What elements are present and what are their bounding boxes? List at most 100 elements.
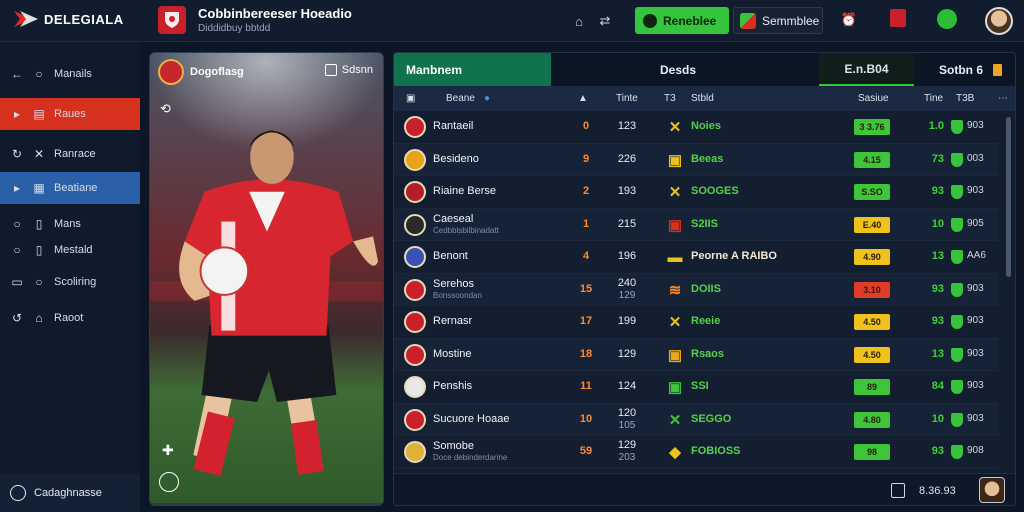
secondary-action-label: Semmblee — [762, 13, 820, 28]
panel-tabs: Manbnem Desds E.n.B04 Sotbn 6 — [394, 53, 1015, 86]
goal-diff-value: 1.0 — [928, 120, 944, 132]
points-cell: 226 — [616, 153, 638, 165]
checkbox-icon — [324, 64, 337, 76]
player-card-button[interactable]: Sdsnn — [324, 64, 373, 76]
alarm-icon[interactable]: ⏰ — [838, 9, 860, 31]
team-name-text: Besideno — [433, 152, 479, 165]
form-badge[interactable]: 4.90 — [854, 249, 890, 265]
table-row[interactable]: Penshis 11 124 ▣ SSI 89 84 903 — [394, 371, 999, 404]
form-badge[interactable]: S.SO — [854, 184, 890, 200]
form-badge[interactable]: 98 — [854, 444, 890, 460]
col-pos[interactable]: ▲ — [578, 93, 588, 104]
standings-panel: Manbnem Desds E.n.B04 Sotbn 6 ▣ Beane ● … — [393, 52, 1016, 506]
sidebar-item-mestald[interactable]: ○ ▯ Mestald — [0, 234, 140, 266]
col-result[interactable]: Stbld — [691, 93, 714, 104]
points-cell: 120 105 — [616, 407, 638, 431]
team-name-text: Riaine Berse — [433, 185, 496, 197]
col-last[interactable]: T3B — [956, 93, 974, 104]
player-card[interactable]: Dogoflasg Sdsnn ⟲ ✚ — [149, 52, 384, 506]
sidebar-footer[interactable]: Cadaghnasse — [0, 474, 140, 512]
tab-desds[interactable]: Desds — [660, 53, 696, 86]
top-bar: DELEGIALA Cobbinbereeser Hoeadio Diddidb… — [0, 0, 1024, 42]
table-row[interactable]: Rantaeil 0 123 ✕ Noies 3 3.76 1.0 903 — [394, 111, 999, 144]
table-row[interactable]: Riaine Berse 2 193 ✕ SOOGES S.SO 93 903 — [394, 176, 999, 209]
user-avatar[interactable] — [985, 7, 1013, 35]
form-badge[interactable]: 4.50 — [854, 314, 890, 330]
calendar-icon[interactable] — [891, 483, 905, 498]
points-cell: 129 — [616, 348, 638, 360]
col-gd[interactable]: Tine — [924, 93, 943, 104]
col-team[interactable]: Beane — [446, 93, 475, 104]
points-cell: 123 — [616, 120, 638, 132]
result-text: FOBIOSS — [691, 445, 741, 457]
position-value: 1 — [582, 217, 590, 230]
status-online-icon[interactable] — [937, 9, 957, 29]
table-row[interactable]: Rernasr 17 199 ✕ Reeie 4.50 93 903 — [394, 306, 999, 339]
search-icon: ○ — [35, 67, 43, 81]
col-form[interactable]: Sasiue — [858, 93, 889, 104]
sidebar-item-label: Mans — [54, 218, 81, 230]
sidebar-item-beatiane[interactable]: ▸ ▦ Beatiane — [0, 172, 140, 204]
team-name: Serehos Bonssoondan — [433, 278, 482, 300]
sort-control[interactable]: Sotbn 6 — [939, 53, 1002, 86]
table-row[interactable]: Besideno 9 226 ▣ Beeas 4.15 73 003 — [394, 143, 999, 176]
points-value: 196 — [617, 250, 637, 262]
sidebar-item-raues[interactable]: ▸ ▤ Raues — [0, 98, 140, 130]
shield-icon — [951, 380, 963, 394]
points-cell: 215 — [616, 218, 638, 230]
form-badge[interactable]: 3 3.76 — [854, 119, 890, 135]
team-logo-icon — [404, 408, 426, 431]
more-icon[interactable]: ⋯ — [998, 93, 1008, 104]
form-badge[interactable]: 4.50 — [854, 346, 890, 363]
circle-icon: ○ — [13, 217, 21, 231]
scrollbar[interactable] — [1006, 117, 1011, 277]
last-value: 905 — [967, 217, 984, 229]
expand-icon[interactable]: ⟲ — [160, 101, 171, 117]
last-value: 903 — [967, 282, 984, 294]
sidebar-item-scoliring[interactable]: ▭ ○ Scoliring — [0, 266, 140, 298]
primary-action-button[interactable]: Reneblee — [635, 7, 729, 34]
form-badge[interactable]: 4.15 — [854, 151, 890, 168]
secondary-action-button[interactable]: Semmblee — [733, 7, 823, 34]
sidebar-item-raoot[interactable]: ↺ ⌂ Raoot — [0, 302, 140, 334]
col-pts[interactable]: Tinte — [616, 93, 638, 104]
tools-icon: ✕ — [33, 147, 45, 161]
table-row[interactable]: Benont 4 196 ▬ Peorne A RAIBO 4.90 13 AA6 — [394, 241, 999, 274]
shuffle-icon[interactable]: ⇄ — [594, 10, 616, 32]
form-badge[interactable]: 3.10 — [854, 281, 890, 298]
team-name: Sucuore Hoaae — [433, 413, 509, 425]
points-value: 193 — [617, 185, 637, 197]
match-icon: ▣ — [667, 346, 683, 364]
puzzle-icon[interactable]: ✚ — [162, 442, 174, 459]
tab-manbnem[interactable]: Manbnem — [394, 53, 551, 86]
form-badge[interactable]: 89 — [854, 379, 890, 395]
table-row[interactable]: Mostine 18 129 ▣ Rsaos 4.50 13 903 — [394, 338, 999, 371]
points-cell: 199 — [616, 315, 638, 327]
position-value: 59 — [579, 445, 593, 457]
sidebar-item-ranrace[interactable]: ↻ ✕ Ranrace — [0, 138, 140, 170]
table-row[interactable]: Serehos Bonssoondan 15 240 129 ≋ DOIIS 3.10 93 90… — [394, 273, 999, 306]
form-badge[interactable]: 4.80 — [854, 411, 890, 428]
form-badge[interactable]: E.40 — [854, 216, 890, 233]
table-row[interactable]: Somobe Doce debinderdarine 59 129 203 ◆ FOBIOS… — [394, 436, 999, 469]
brand[interactable]: DELEGIALA — [14, 9, 124, 29]
col-c1[interactable]: T3 — [664, 93, 676, 104]
sidebar-item-back[interactable]: ← ○ Manails — [0, 58, 140, 90]
club-subtitle: Diddidbuy bbtdd — [198, 23, 271, 34]
notification-icon[interactable] — [890, 9, 906, 27]
goal-diff-value: 93 — [931, 282, 944, 295]
club-crest-icon — [158, 59, 184, 85]
play-icon[interactable] — [159, 472, 179, 492]
player-avatar[interactable] — [979, 477, 1005, 503]
club-crest-icon[interactable] — [158, 6, 186, 34]
tab-score[interactable]: E.n.B04 — [819, 53, 914, 86]
globe-icon: ● — [484, 93, 491, 104]
table-row[interactable]: Sucuore Hoaae 10 120 105 ✕ SEGGO 4.80 10 903 — [394, 403, 999, 436]
last-value: 903 — [967, 120, 984, 131]
position-value: 0 — [582, 120, 590, 132]
home-icon[interactable]: ⌂ — [568, 10, 590, 32]
filter-icon[interactable]: ▣ — [406, 93, 415, 104]
table-row[interactable]: Caeseal Cedbblsbilbinadatt 1 215 ▣ S2IIS E.40 1… — [394, 208, 999, 241]
tab-score-label: E.n.B04 — [844, 61, 889, 76]
points-value: 199 — [617, 315, 637, 327]
